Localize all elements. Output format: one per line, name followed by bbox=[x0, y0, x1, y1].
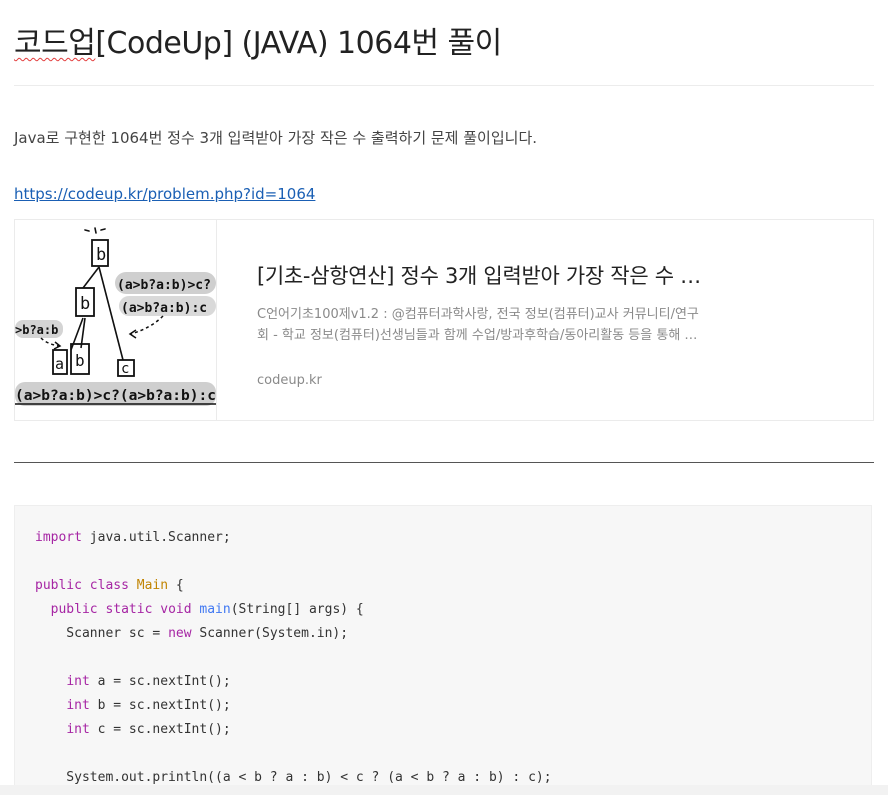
intro-text: Java로 구현한 1064번 정수 3개 입력받아 가장 작은 수 출력하기 … bbox=[14, 129, 538, 147]
code-block[interactable]: import java.util.Scanner; public class M… bbox=[14, 505, 872, 795]
link-preview-card[interactable]: b b (a>b?a:b)>c? (a>b?a:b):c >b?a:b a b … bbox=[14, 219, 874, 421]
problem-link[interactable]: https://codeup.kr/problem.php?id=1064 bbox=[14, 185, 315, 203]
code-keyword: public bbox=[35, 578, 82, 593]
content-divider bbox=[14, 462, 874, 463]
post-title-prefix: 코드업 bbox=[14, 26, 96, 61]
code-text: a = sc.nextInt(); bbox=[89, 674, 231, 689]
thumb-label-b-low: b bbox=[75, 351, 85, 370]
link-preview-title[interactable]: [기초-삼항연산] 정수 3개 입력받아 가장 작은 수 … bbox=[257, 260, 701, 290]
link-preview-description-line-1: C언어기초100제v1.2 : @컴퓨터과학사랑, 전국 정보(컴퓨터)교사 커… bbox=[257, 307, 699, 322]
code-line-3: public class Main { bbox=[35, 574, 552, 598]
code-line-9: int c = sc.nextInt(); bbox=[35, 718, 552, 742]
code-keyword: int bbox=[66, 674, 90, 689]
code-keyword: class bbox=[89, 578, 129, 593]
post-title: 코드업[CodeUp] (JAVA) 1064번 풀이 bbox=[14, 18, 502, 62]
code-function-name: main bbox=[199, 602, 231, 617]
code-line-8: int b = sc.nextInt(); bbox=[35, 694, 552, 718]
thumb-expr-top: (a>b?a:b)>c? bbox=[117, 278, 211, 293]
thumb-label-b-top: b bbox=[96, 245, 106, 265]
code-text: { bbox=[168, 578, 184, 593]
ternary-diagram-image: b b (a>b?a:b)>c? (a>b?a:b):c >b?a:b a b … bbox=[15, 227, 216, 406]
code-text: c = sc.nextInt(); bbox=[89, 722, 231, 737]
java-source-code[interactable]: import java.util.Scanner; public class M… bbox=[35, 526, 552, 790]
code-line-5: Scanner sc = new Scanner(System.in); bbox=[35, 622, 552, 646]
link-preview-description: C언어기초100제v1.2 : @컴퓨터과학사랑, 전국 정보(컴퓨터)교사 커… bbox=[257, 304, 727, 346]
thumb-label-c: c bbox=[121, 361, 129, 377]
code-keyword: int bbox=[66, 698, 90, 713]
code-text: java.util.Scanner; bbox=[81, 530, 231, 545]
code-keyword: static bbox=[105, 602, 153, 617]
code-keyword: import bbox=[35, 530, 82, 545]
code-text: Scanner sc = bbox=[35, 626, 169, 641]
post-title-rest: [CodeUp] (JAVA) 1064번 풀이 bbox=[95, 26, 502, 61]
code-line-1: import java.util.Scanner; bbox=[35, 526, 552, 550]
link-preview-thumbnail: b b (a>b?a:b)>c? (a>b?a:b):c >b?a:b a b … bbox=[15, 220, 217, 420]
thumb-expr-mid: (a>b?a:b):c bbox=[121, 301, 207, 316]
horizontal-scrollbar[interactable] bbox=[0, 785, 888, 795]
code-line-4: public static void main(String[] args) { bbox=[35, 598, 552, 622]
code-text: b = sc.nextInt(); bbox=[89, 698, 231, 713]
code-text: Scanner(System.in); bbox=[191, 626, 349, 641]
code-line-7: int a = sc.nextInt(); bbox=[35, 670, 552, 694]
link-preview-description-line-2: 회 - 학교 정보(컴퓨터)선생님들과 함께 수업/방과후학습/동아리활동 등을… bbox=[257, 328, 698, 343]
blog-post-page: 코드업[CodeUp] (JAVA) 1064번 풀이 Java로 구현한 10… bbox=[0, 0, 888, 795]
thumb-label-b-mid: b bbox=[80, 294, 90, 314]
code-keyword: void bbox=[160, 602, 192, 617]
link-preview-domain: codeup.kr bbox=[257, 373, 322, 388]
code-keyword: new bbox=[168, 626, 192, 641]
code-class-name: Main bbox=[136, 578, 169, 593]
code-keyword: public bbox=[50, 602, 98, 617]
thumb-expr-bottom: (a>b?a:b)>c?(a>b?a:b):c bbox=[15, 388, 216, 404]
title-divider bbox=[14, 85, 874, 86]
thumb-label-a: a bbox=[55, 355, 64, 373]
code-keyword: int bbox=[66, 722, 90, 737]
thumb-expr-left: >b?a:b bbox=[15, 323, 58, 337]
code-text: (String[] args) { bbox=[230, 602, 364, 617]
